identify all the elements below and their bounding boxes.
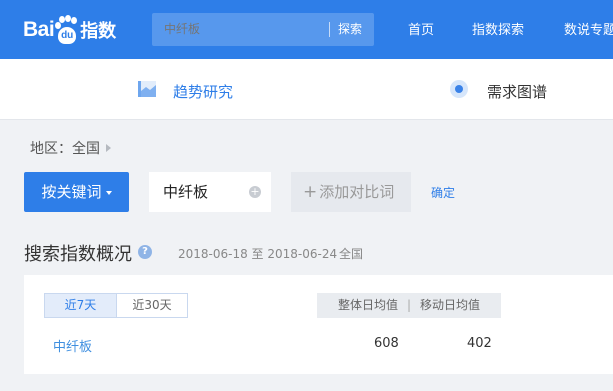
metric-mobile-header: 移动日均值 [420, 298, 481, 312]
subnav-demand-graph[interactable]: 需求图谱 [487, 81, 547, 102]
row-keyword-link[interactable]: 中纤板 [53, 336, 92, 355]
logo-product-name: 指数 [80, 21, 117, 42]
tab-7-days[interactable]: 近7天 [45, 294, 116, 317]
date-range: 2018-06-18 至 2018-06-24 [178, 247, 338, 261]
trend-chart-icon [138, 81, 156, 97]
confirm-button[interactable]: 确定 [431, 184, 455, 201]
add-compare-button[interactable]: + 添加对比词 [291, 172, 411, 212]
metrics-header: 整体日均值 | 移动日均值 [317, 293, 501, 318]
tab-30-days[interactable]: 近30天 [116, 294, 187, 317]
metrics-separator: | [406, 298, 412, 312]
nav-index-explore[interactable]: 指数探索 [472, 19, 524, 38]
clear-keyword-icon[interactable]: + [249, 186, 261, 198]
add-compare-label: 添加对比词 [319, 183, 395, 201]
keyword-value: 中纤板 [163, 183, 209, 201]
help-icon[interactable]: ? [138, 245, 152, 259]
top-header: Bai du 指数 探索 首页 指数探索 数说专题 [0, 0, 613, 59]
search-input[interactable] [152, 13, 330, 46]
chevron-right-icon [106, 144, 111, 152]
overview-card: 近7天 近30天 整体日均值 | 移动日均值 中纤板 608 402 [24, 275, 613, 374]
subnav-trend-label: 趋势研究 [173, 83, 234, 101]
nav-topics[interactable]: 数说专题 [564, 19, 613, 38]
keyword-mode-label: 按关键词 [41, 183, 102, 201]
keyword-field[interactable]: 中纤板 + [149, 172, 271, 212]
search-box: 探索 [152, 13, 374, 46]
keyword-mode-dropdown[interactable]: 按关键词 [24, 172, 129, 212]
demand-graph-icon [450, 80, 468, 98]
search-divider [329, 22, 330, 37]
mobile-daily-average: 402 [467, 336, 492, 351]
nav-home[interactable]: 首页 [408, 19, 434, 38]
metric-overall-header: 整体日均值 [337, 298, 398, 312]
subnav-demand-label: 需求图谱 [487, 83, 548, 101]
range-tabs: 近7天 近30天 [44, 293, 188, 318]
overview-title: 搜索指数概况 [24, 244, 132, 265]
logo-bai-text: Bai [23, 18, 55, 41]
logo-du-text: du [61, 30, 74, 41]
overview-region: 全国 [339, 247, 364, 261]
plus-icon: + [303, 182, 318, 202]
sub-navigation: 趋势研究 需求图谱 [0, 59, 613, 120]
overall-daily-average: 608 [374, 336, 399, 351]
region-label: 地区：全国 [30, 141, 100, 157]
baidu-index-logo[interactable]: Bai du 指数 [23, 12, 116, 48]
subnav-trend-research[interactable]: 趋势研究 [173, 81, 233, 102]
explore-button[interactable]: 探索 [338, 13, 362, 46]
region-breadcrumb[interactable]: 地区：全国 [30, 138, 111, 158]
paw-icon: du [55, 15, 79, 45]
caret-down-icon [105, 190, 112, 195]
